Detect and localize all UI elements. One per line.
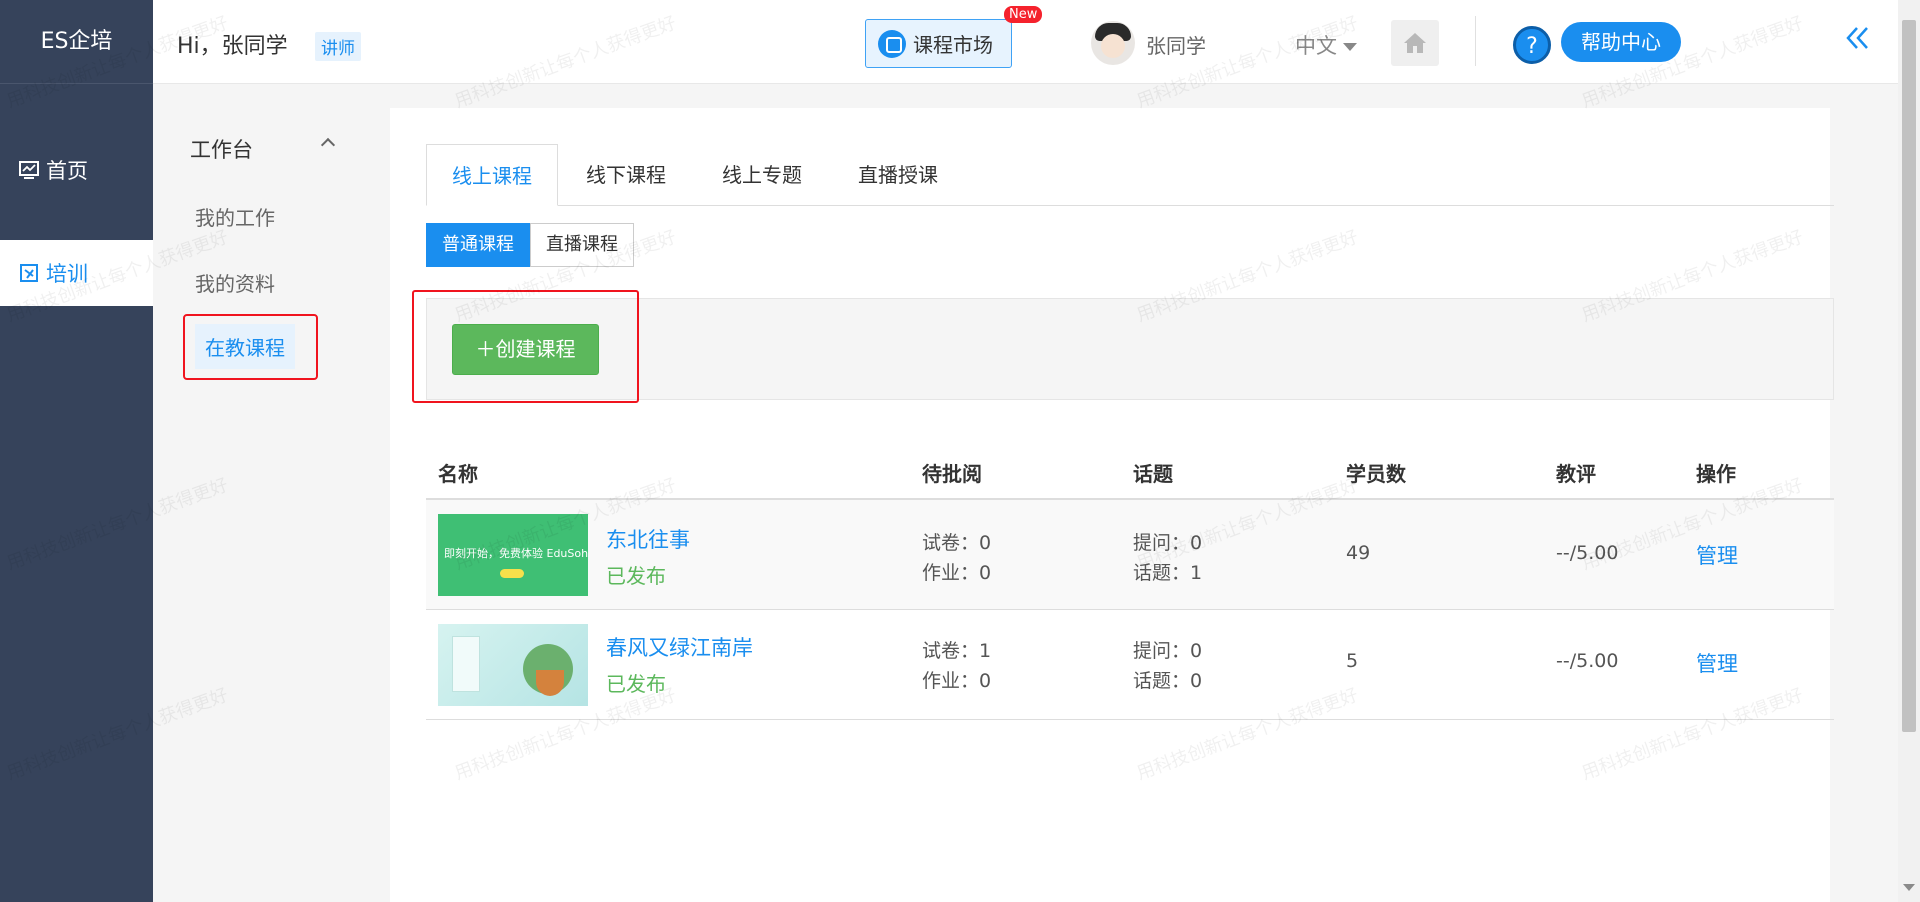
pending-exam-count: 试卷：0 [922, 532, 992, 554]
greeting-text: Hi，张同学 [177, 34, 288, 59]
topics-count: 话题：0 [1133, 670, 1203, 692]
help-question-icon[interactable]: ? [1513, 26, 1551, 64]
user-name[interactable]: 张同学 [1146, 30, 1206, 59]
column-header-name: 名称 [438, 462, 478, 486]
tab-live-teaching[interactable]: 直播授课 [830, 144, 966, 206]
sidebar-item-label: 首页 [46, 159, 88, 183]
course-market-button[interactable]: 课程市场 [865, 19, 1012, 68]
table-header: 名称 待批阅 话题 学员数 教评 操作 [426, 448, 1834, 500]
top-header: Hi，张同学 讲师 课程市场 New 张同学 中文 ? 帮助中心 [153, 0, 1898, 84]
column-header-actions: 操作 [1696, 462, 1736, 486]
avatar[interactable] [1091, 21, 1135, 65]
table-row: 即刻开始，免费体验 EduSoho 强大功能 东北往事 已发布 试卷：0 作业：… [426, 500, 1834, 610]
manage-link[interactable]: 管理 [1696, 540, 1738, 570]
sidebar-item-training[interactable]: 培训 [0, 240, 153, 306]
table-row: 春风又绿江南岸 已发布 试卷：1 作业：0 提问：0 话题：0 5 --/5.0… [426, 610, 1834, 720]
subnav-item-my-work[interactable]: 我的工作 [195, 202, 275, 231]
subtab-live-courses[interactable]: 直播课程 [530, 223, 634, 267]
column-header-pending-review: 待批阅 [922, 462, 982, 486]
caret-down-icon [1343, 43, 1357, 51]
column-header-topics: 话题 [1133, 462, 1173, 486]
course-thumbnail[interactable] [438, 624, 588, 706]
role-badge: 讲师 [315, 32, 361, 61]
subnav-item-teaching-courses[interactable]: 在教课程 [195, 324, 295, 369]
chevron-up-icon[interactable] [320, 137, 336, 153]
help-center-button[interactable]: 帮助中心 [1561, 22, 1681, 62]
questions-count: 提问：0 [1133, 640, 1203, 662]
course-type-tabs: 线上课程 线下课程 线上专题 直播授课 [426, 144, 1834, 206]
rating-value: --/5.00 [1556, 542, 1619, 564]
collapse-double-chevron-icon[interactable] [1843, 24, 1871, 59]
subnav-item-my-profile[interactable]: 我的资料 [195, 268, 275, 297]
main-panel: 线上课程 线下课程 线上专题 直播授课 普通课程 直播课程 ＋创建课程 名称 待… [390, 108, 1834, 902]
workbench-subnav: 工作台 我的工作 我的资料 在教课程 [153, 84, 366, 902]
thumbnail-caption: 即刻开始，免费体验 EduSoho 强大功能 [444, 547, 588, 560]
scrollbar-thumb[interactable] [1902, 20, 1916, 732]
brand-logo[interactable]: ES企培 [0, 0, 153, 84]
pending-homework-count: 作业：0 [922, 670, 992, 692]
manage-link[interactable]: 管理 [1696, 648, 1738, 678]
subnav-title[interactable]: 工作台 [190, 134, 253, 164]
topics-count: 话题：1 [1133, 562, 1203, 584]
subtab-regular-courses[interactable]: 普通课程 [426, 223, 530, 267]
home-button[interactable] [1391, 20, 1439, 66]
tab-online-courses[interactable]: 线上课程 [426, 144, 558, 206]
course-thumbnail[interactable]: 即刻开始，免费体验 EduSoho 强大功能 [438, 514, 588, 596]
header-divider [1475, 16, 1476, 66]
home-icon [1404, 33, 1426, 53]
pending-homework-count: 作业：0 [922, 562, 992, 584]
language-select[interactable]: 中文 [1295, 30, 1357, 60]
chart-icon [18, 159, 40, 181]
column-header-rating: 教评 [1556, 462, 1596, 486]
language-label: 中文 [1295, 34, 1337, 58]
market-bag-icon [878, 29, 906, 58]
pending-exam-count: 试卷：1 [922, 640, 992, 662]
questions-count: 提问：0 [1133, 532, 1203, 554]
course-market-label: 课程市场 [913, 33, 993, 57]
course-status: 已发布 [606, 672, 666, 696]
create-course-button[interactable]: ＋创建课程 [452, 324, 599, 375]
column-header-students: 学员数 [1346, 462, 1406, 486]
course-subtabs: 普通课程 直播课程 [426, 223, 634, 267]
tab-offline-courses[interactable]: 线下课程 [558, 144, 694, 206]
new-badge: New [1004, 6, 1043, 23]
rating-value: --/5.00 [1556, 650, 1619, 672]
course-title-link[interactable]: 东北往事 [606, 524, 690, 554]
sidebar-item-home[interactable]: 首页 [0, 137, 153, 203]
sidebar-item-label: 培训 [46, 262, 88, 286]
course-title-link[interactable]: 春风又绿江南岸 [606, 632, 753, 662]
create-panel [426, 298, 1834, 400]
book-icon [18, 262, 40, 284]
students-count: 49 [1346, 542, 1371, 564]
course-status: 已发布 [606, 564, 666, 588]
students-count: 5 [1346, 650, 1359, 672]
main-sidebar: ES企培 首页 培训 [0, 0, 153, 902]
tab-online-topics[interactable]: 线上专题 [694, 144, 830, 206]
scroll-down-arrow-icon[interactable] [1903, 884, 1915, 891]
